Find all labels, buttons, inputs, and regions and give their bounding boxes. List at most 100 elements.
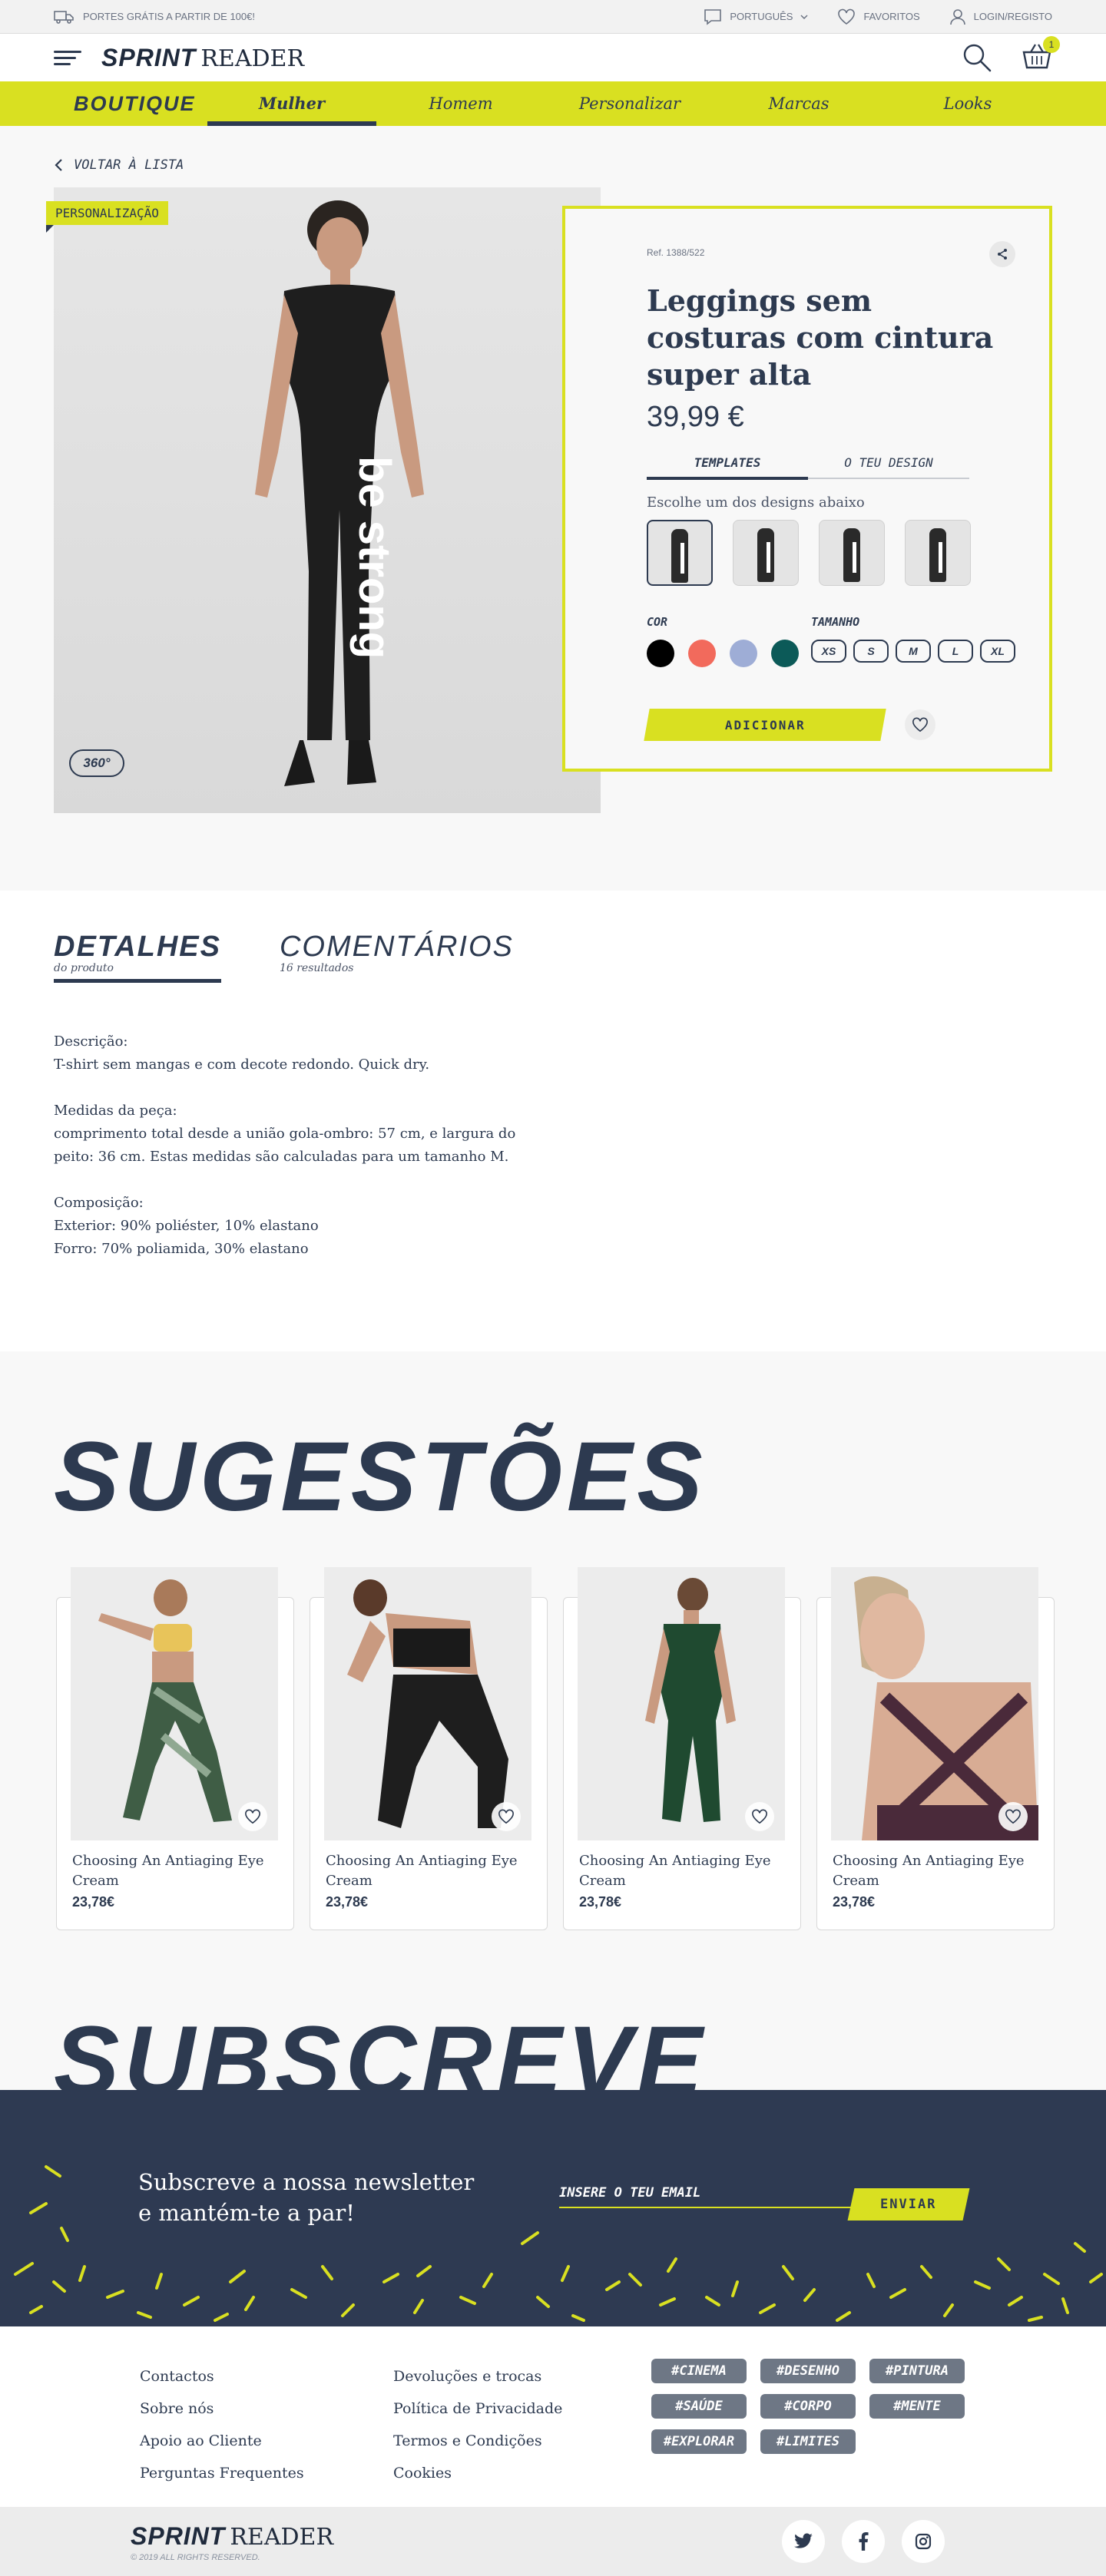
bottom-bar: SPRINT READER © 2019 ALL RIGHTS RESERVED… [0,2507,1106,2576]
view-360-button[interactable]: 360° [69,749,124,777]
footer-link-returns[interactable]: Devoluções e trocas [393,2360,562,2392]
size-xl[interactable]: XL [980,640,1015,663]
tab-details[interactable]: DETALHES do produto [54,931,221,983]
product-card-image [71,1567,278,1840]
logo-regular: READER [200,45,305,72]
hashtag-mente[interactable]: #MENTE [869,2394,965,2419]
hashtag-limites[interactable]: #LIMITES [760,2429,856,2454]
design-thumbnails [647,520,1015,586]
personalization-tag: PERSONALIZAÇÃO [46,201,168,233]
hashtag-pintura[interactable]: #PINTURA [869,2359,965,2383]
footer-link-contacts[interactable]: Contactos [140,2360,304,2392]
product-card-name: Choosing An Antiaging Eye Cream [579,1853,771,1889]
design-thumbnail[interactable] [819,520,885,586]
product-card-price: 23,78€ [326,1894,369,1910]
heart-icon [838,8,856,25]
share-button[interactable] [989,241,1015,267]
tab-templates[interactable]: TEMPLATES [647,455,808,480]
measures-text: comprimento total desde a união gola-omb… [54,1126,516,1165]
footer-link-support[interactable]: Apoio ao Cliente [140,2425,304,2457]
design-thumbnail[interactable] [905,520,971,586]
color-group: COR [647,615,811,667]
back-to-list-link[interactable]: VOLTAR À LISTA [54,157,184,173]
footer-link-terms[interactable]: Termos e Condições [393,2425,562,2457]
product-favorite-button[interactable] [238,1802,267,1831]
product-price: 39,99 € [647,401,744,433]
design-thumbnail[interactable] [733,520,799,586]
size-l[interactable]: L [938,640,973,663]
footer-link-cookies[interactable]: Cookies [393,2457,562,2489]
favorites-link[interactable]: FAVORITOS [837,8,920,25]
product-card[interactable]: Choosing An Antiaging Eye Cream 23,78€ [816,1567,1055,1930]
footer-link-privacy[interactable]: Política de Privacidade [393,2392,562,2425]
product-info-card: Ref. 1388/522 Leggings sem costuras com … [562,206,1052,772]
nav-item-marcas[interactable]: Marcas [714,81,883,126]
facebook-icon[interactable] [842,2520,885,2563]
color-swatch-coral[interactable] [688,640,716,667]
hashtag-corpo[interactable]: #CORPO [760,2394,856,2419]
cart-button[interactable]: 1 [1022,36,1060,73]
footer-logo-regular: READER [230,2524,334,2551]
nav-item-looks[interactable]: Looks [883,81,1052,126]
hashtag-saude[interactable]: #SAÚDE [651,2394,747,2419]
tab-comments[interactable]: COMENTÁRIOS 16 resultados [280,931,514,983]
send-button[interactable]: ENVIAR [847,2188,970,2221]
nav-item-personalizar[interactable]: Personalizar [545,81,714,126]
size-m[interactable]: M [896,640,931,663]
nav-item-mulher[interactable]: Mulher [207,81,376,126]
language-selector[interactable]: PORTUGUÊS [704,8,808,25]
product-ref: Ref. 1388/522 [647,247,705,258]
main-header: SPRINT READER 1 [0,34,1106,81]
heart-icon [912,717,928,732]
product-photo[interactable]: be strong 360° [54,187,601,813]
measures-label: Medidas da peça: [54,1103,177,1119]
hashtag-desenho[interactable]: #DESENHO [760,2359,856,2383]
footer-link-faq[interactable]: Perguntas Frequentes [140,2457,304,2489]
product-card[interactable]: Choosing An Antiaging Eye Cream 23,78€ [563,1567,801,1930]
description-text: T-shirt sem mangas e com decote redondo.… [54,1057,430,1073]
boutique-label[interactable]: BOUTIQUE [0,92,207,116]
nav-item-homem[interactable]: Homem [376,81,545,126]
product-favorite-button[interactable] [492,1802,521,1831]
product-card-price: 23,78€ [833,1894,876,1910]
color-swatch-lavender[interactable] [730,640,757,667]
language-label: PORTUGUÊS [730,11,793,22]
comments-tab-title: COMENTÁRIOS [279,931,514,963]
cart-count-badge: 1 [1043,36,1060,53]
search-icon[interactable] [962,42,992,73]
footer-link-about[interactable]: Sobre nós [140,2392,304,2425]
product-card-name: Choosing An Antiaging Eye Cream [72,1853,264,1889]
add-to-cart-button[interactable]: ADICIONAR [644,709,886,741]
product-favorite-button[interactable] [998,1802,1028,1831]
footer-logo-bold: SPRINT [131,2522,226,2550]
logo-bold: SPRINT [101,43,197,71]
footer-logo[interactable]: SPRINT READER [131,2522,333,2551]
footer-column-1: Contactos Sobre nós Apoio ao Cliente Per… [140,2360,304,2489]
email-input[interactable]: INSERE O TEU EMAIL [559,2185,866,2208]
color-label: COR [647,615,668,629]
back-label: VOLTAR À LISTA [74,157,184,173]
color-swatch-black[interactable] [647,640,674,667]
color-swatch-teal[interactable] [771,640,799,667]
design-thumbnail[interactable] [647,520,713,586]
size-s[interactable]: S [853,640,889,663]
comments-tab-subtitle: 16 resultados [279,962,354,974]
size-xs[interactable]: XS [811,640,846,663]
instagram-icon[interactable] [902,2520,945,2563]
product-favorite-button[interactable] [745,1802,774,1831]
hashtag-cinema[interactable]: #CINEMA [651,2359,747,2383]
category-nav: BOUTIQUE Mulher Homem Personalizar Marca… [0,81,1106,126]
tab-your-design[interactable]: O TEU DESIGN [808,455,969,478]
hashtag-explorar[interactable]: #EXPLORAR [651,2429,747,2454]
product-card[interactable]: Choosing An Antiaging Eye Cream 23,78€ [310,1567,548,1930]
size-label: TAMANHO [811,615,860,629]
menu-icon[interactable] [54,49,81,66]
product-card[interactable]: Choosing An Antiaging Eye Cream 23,78€ [56,1567,294,1930]
twitter-icon[interactable] [782,2520,825,2563]
chevron-left-icon [55,159,62,171]
wishlist-button[interactable] [905,709,935,740]
design-tabs: TEMPLATES O TEU DESIGN [647,455,969,480]
site-logo[interactable]: SPRINT READER [101,44,304,72]
composition-exterior: Exterior: 90% poliéster, 10% elastano [54,1218,319,1234]
login-link[interactable]: LOGIN/REGISTO [949,8,1052,25]
